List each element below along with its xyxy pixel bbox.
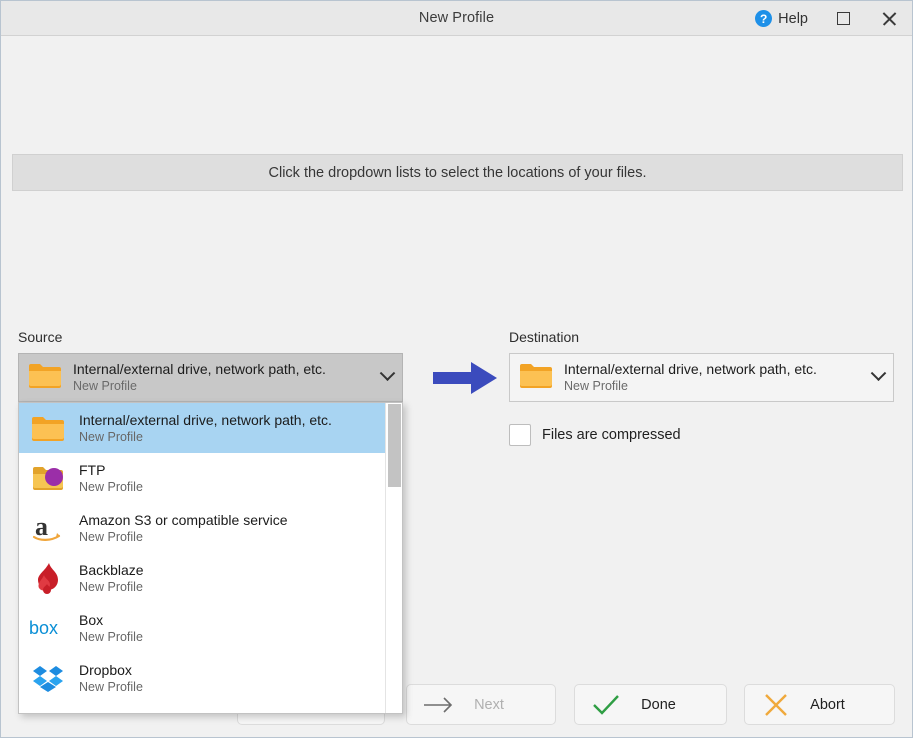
list-item-subtitle: New Profile	[79, 579, 143, 594]
list-item-subtitle: New Profile	[79, 429, 143, 444]
files-are-compressed-checkbox-row[interactable]: Files are compressed	[509, 424, 681, 446]
source-combobox[interactable]: Internal/external drive, network path, e…	[18, 353, 403, 402]
source-selected-subtitle: New Profile	[73, 379, 137, 393]
list-item-title: Amazon S3 or compatible service	[79, 511, 288, 528]
list-item[interactable]: Backblaze New Profile	[19, 553, 387, 603]
instruction-banner: Click the dropdown lists to select the l…	[12, 154, 903, 191]
source-selected-title: Internal/external drive, network path, e…	[73, 361, 326, 377]
list-item[interactable]: box Box New Profile	[19, 603, 387, 653]
instruction-text: Click the dropdown lists to select the l…	[268, 164, 647, 181]
list-item-subtitle: New Profile	[79, 629, 143, 644]
next-button-label: Next	[474, 696, 504, 713]
files-are-compressed-label: Files are compressed	[542, 427, 681, 443]
folder-icon	[519, 361, 553, 394]
cross-icon	[745, 693, 807, 717]
list-item-title: Dropbox	[79, 661, 132, 678]
list-item-title: FTP	[79, 461, 106, 478]
svg-text:box: box	[29, 618, 58, 638]
close-icon	[881, 11, 897, 27]
destination-chevron-down-icon[interactable]	[863, 365, 893, 383]
list-item[interactable]: Internal/external drive, network path, e…	[19, 403, 387, 453]
list-item-subtitle: New Profile	[79, 479, 143, 494]
dropdown-scrollbar-thumb[interactable]	[388, 404, 401, 487]
done-button[interactable]: Done	[574, 684, 727, 725]
list-item-subtitle: New Profile	[79, 529, 143, 544]
check-icon	[575, 694, 637, 716]
abort-button-label: Abort	[810, 696, 845, 713]
list-item[interactable]: FTP New Profile	[19, 453, 387, 503]
folder-icon	[28, 414, 68, 442]
dropbox-icon	[28, 663, 68, 693]
destination-selected-title: Internal/external drive, network path, e…	[564, 361, 817, 377]
folder-icon	[28, 361, 62, 394]
maximize-button[interactable]	[820, 1, 866, 36]
help-button-label: Help	[778, 10, 808, 27]
box-icon: box	[28, 618, 68, 638]
list-item-subtitle: New Profile	[79, 679, 143, 694]
destination-label: Destination	[509, 329, 580, 345]
done-button-label: Done	[641, 696, 676, 713]
right-arrow-icon	[433, 359, 499, 397]
destination-combobox-texts: Internal/external drive, network path, e…	[564, 361, 863, 394]
title-bar-controls: ? Help	[743, 1, 912, 36]
amazon-icon: a	[28, 513, 68, 543]
source-combobox-texts: Internal/external drive, network path, e…	[73, 361, 372, 394]
close-button[interactable]	[866, 1, 912, 36]
title-bar: New Profile ? Help	[1, 1, 912, 36]
source-chevron-down-icon[interactable]	[372, 365, 402, 383]
maximize-icon	[836, 12, 850, 25]
list-item-title: Box	[79, 611, 104, 628]
list-item[interactable]: a Amazon S3 or compatible service New Pr…	[19, 503, 387, 553]
destination-selected-subtitle: New Profile	[564, 379, 628, 393]
help-button[interactable]: ? Help	[743, 1, 820, 36]
list-item[interactable]: Dropbox New Profile	[19, 653, 387, 703]
files-are-compressed-checkbox[interactable]	[509, 424, 531, 446]
list-item-title: Backblaze	[79, 561, 144, 578]
list-item-title: Internal/external drive, network path, e…	[79, 411, 332, 428]
source-label: Source	[18, 329, 63, 345]
dropdown-scrollbar[interactable]	[385, 403, 402, 713]
source-dropdown-list[interactable]: Internal/external drive, network path, e…	[18, 402, 403, 714]
destination-combobox[interactable]: Internal/external drive, network path, e…	[509, 353, 894, 402]
ftp-folder-icon	[28, 465, 68, 492]
arrow-right-icon	[407, 696, 469, 713]
next-button[interactable]: Next	[406, 684, 556, 725]
svg-text:a: a	[35, 513, 48, 541]
source-dropdown-viewport: Internal/external drive, network path, e…	[19, 403, 387, 713]
backblaze-icon	[28, 562, 68, 594]
abort-button[interactable]: Abort	[744, 684, 895, 725]
help-icon: ?	[755, 10, 773, 27]
